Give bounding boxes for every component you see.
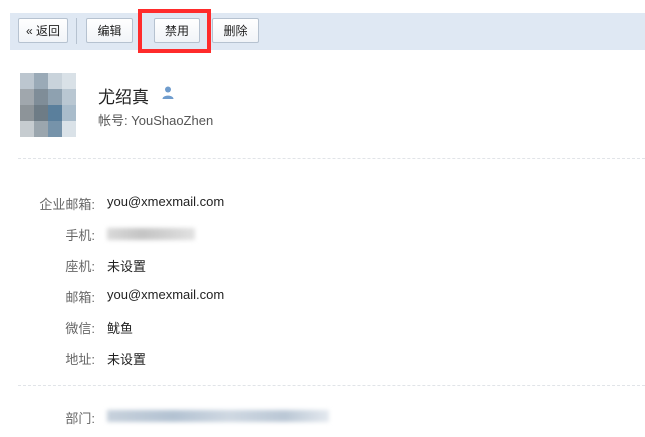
row-email: 邮箱: you@xmexmail.com	[0, 287, 645, 305]
account-value: YouShaoZhen	[131, 113, 214, 128]
mobile-label: 手机:	[65, 228, 95, 243]
row-mobile: 手机:	[0, 225, 645, 243]
delete-button[interactable]: 删除	[212, 18, 259, 43]
row-corp-email: 企业邮箱: you@xmexmail.com	[0, 194, 645, 212]
user-name: 尤绍真	[98, 88, 149, 107]
landline-label: 座机:	[65, 259, 95, 274]
wechat-value: 鱿鱼	[107, 321, 134, 336]
corp-email-label: 企业邮箱:	[39, 197, 95, 212]
address-label: 地址:	[65, 352, 95, 367]
department-label: 部门:	[65, 411, 95, 426]
toolbar: « 返回 编辑 禁用 删除	[10, 13, 645, 50]
back-button[interactable]: « 返回	[18, 18, 68, 43]
row-wechat: 微信: 鱿鱼	[0, 318, 645, 336]
account-label: 帐号:	[98, 113, 128, 128]
row-address: 地址: 未设置	[0, 349, 645, 367]
edit-button[interactable]: 编辑	[86, 18, 133, 43]
corp-email-value: you@xmexmail.com	[107, 194, 225, 209]
row-landline: 座机: 未设置	[0, 256, 645, 274]
avatar	[20, 73, 76, 137]
account-line: 帐号: YouShaoZhen	[98, 110, 213, 129]
email-label: 邮箱:	[65, 290, 95, 305]
divider-bottom	[18, 385, 645, 386]
address-value: 未设置	[107, 352, 147, 367]
mobile-value-redacted	[107, 228, 195, 240]
department-value-redacted	[107, 410, 329, 422]
landline-value: 未设置	[107, 259, 147, 274]
toolbar-separator	[76, 18, 77, 44]
disable-button[interactable]: 禁用	[154, 18, 200, 43]
divider-top	[18, 158, 645, 159]
wechat-label: 微信:	[65, 321, 95, 336]
row-department: 部门:	[0, 408, 645, 426]
email-value: you@xmexmail.com	[107, 287, 225, 302]
user-icon	[162, 86, 174, 99]
